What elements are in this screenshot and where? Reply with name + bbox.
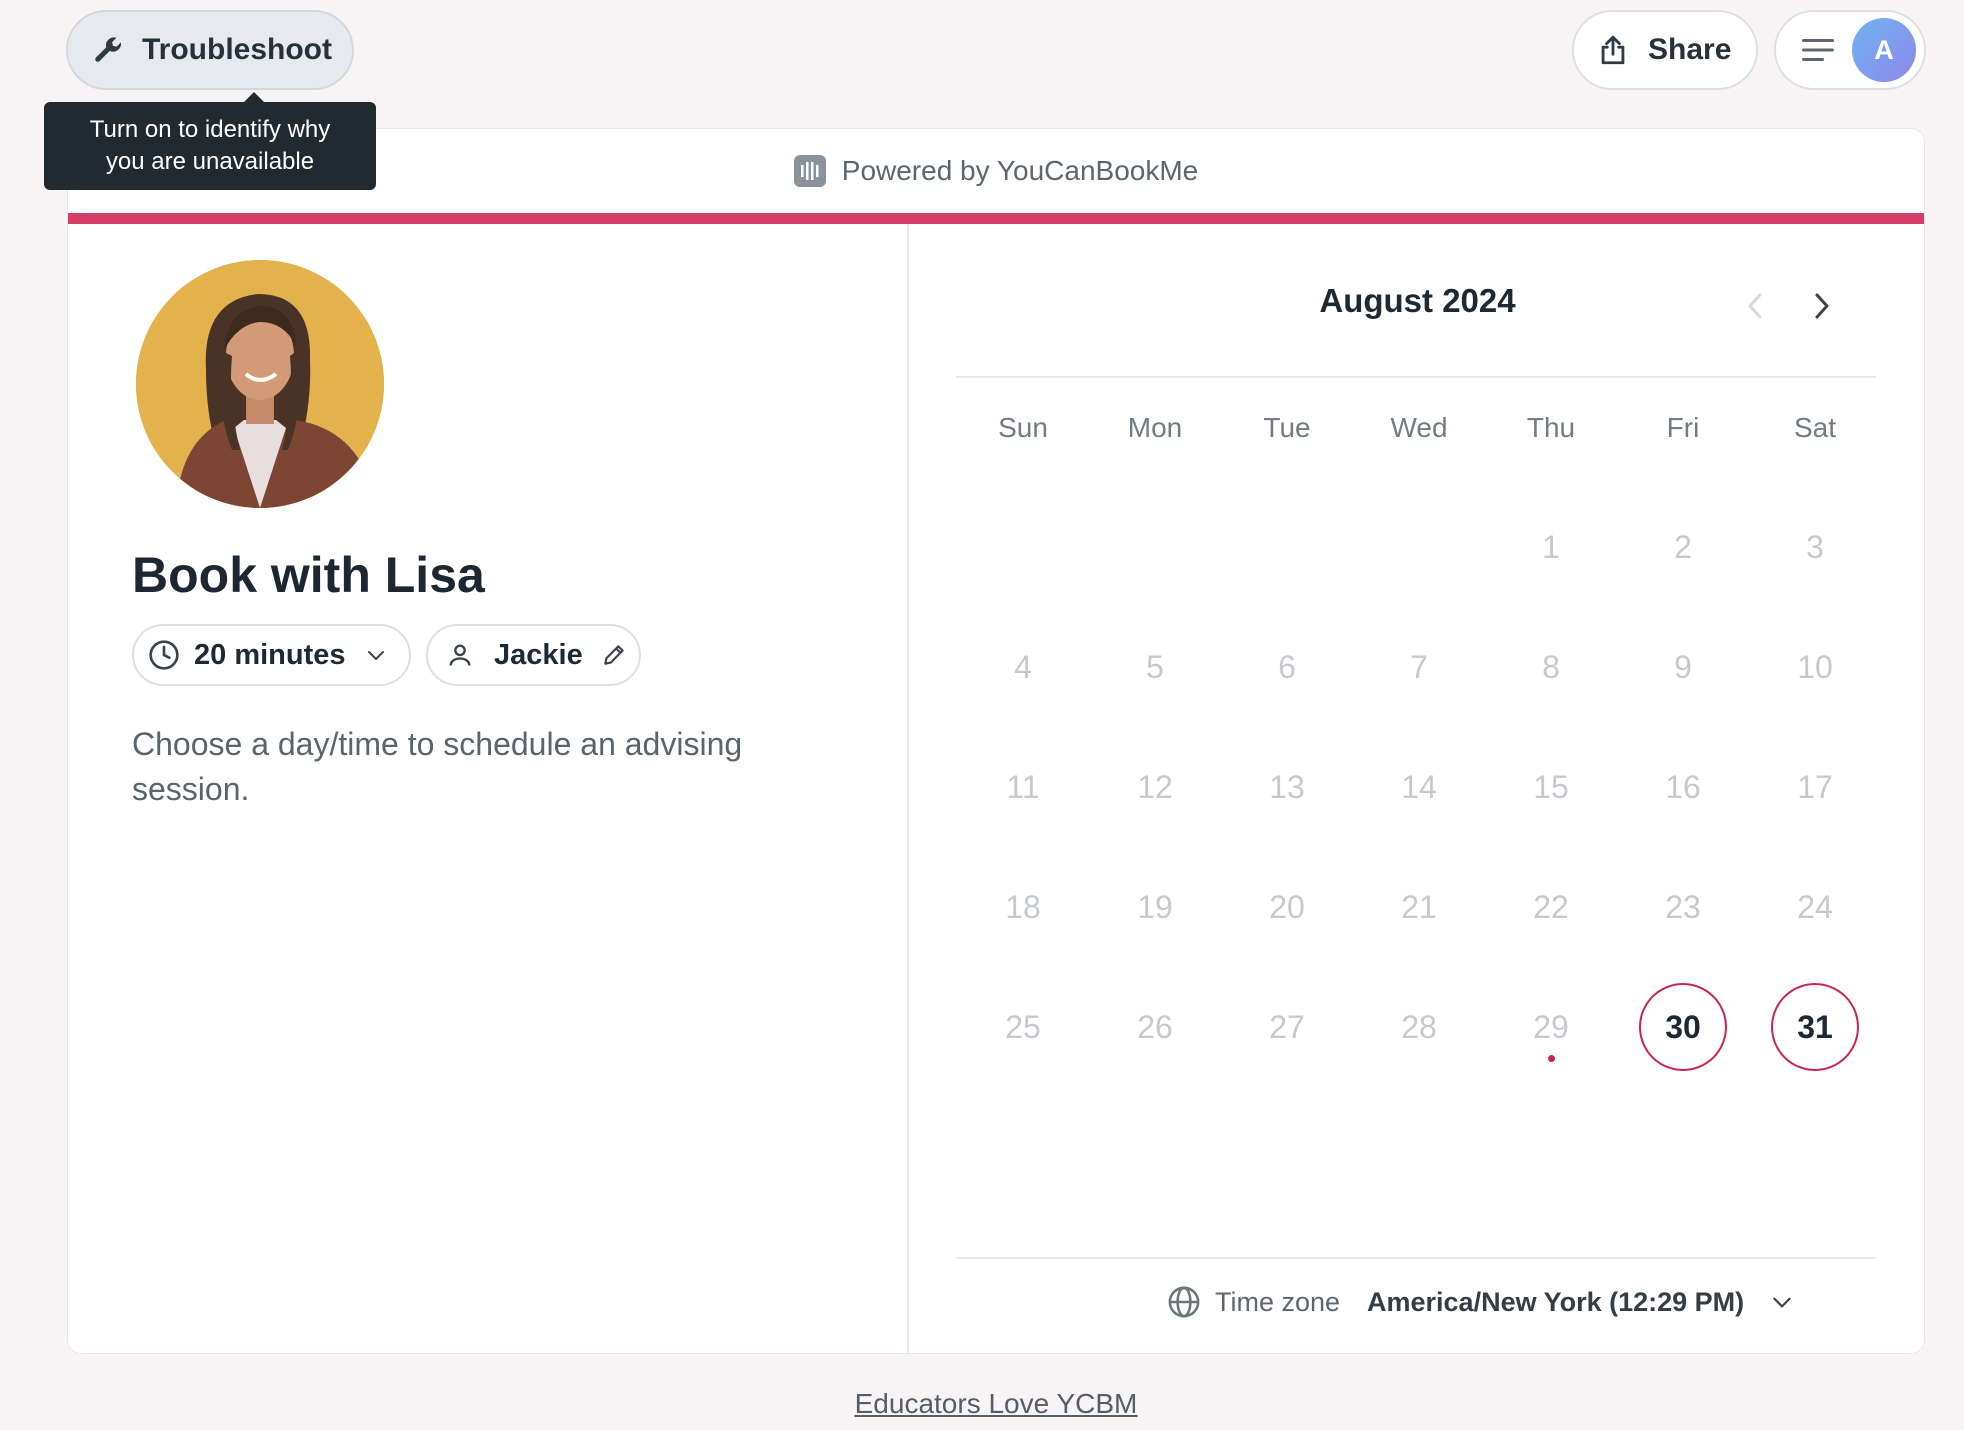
calendar-day-unavailable: 14 — [1401, 768, 1437, 805]
page-title: Book with Lisa — [132, 547, 485, 603]
weekday-label: Sun — [998, 412, 1048, 443]
calendar-day-unavailable: 9 — [1674, 648, 1692, 685]
clock-icon — [149, 640, 179, 670]
calendar-day-unavailable: 24 — [1797, 888, 1833, 925]
person-icon — [449, 644, 471, 666]
chevron-down-icon — [367, 651, 384, 661]
tooltip-text: Turn on to identify why you are unavaila… — [89, 116, 331, 175]
calendar-day-unavailable: 26 — [1137, 1008, 1173, 1045]
host-name: Jackie — [494, 638, 583, 671]
troubleshoot-tooltip: Turn on to identify why you are unavaila… — [44, 92, 376, 190]
calendar-day-available[interactable]: 30 — [1639, 983, 1727, 1071]
calendar-day-available[interactable]: 31 — [1771, 983, 1859, 1071]
calendar-day-unavailable: 16 — [1665, 768, 1701, 805]
calendar-pane: August 2024 Sun Mon Tue Wed Thu Fri Sat 123456… — [909, 224, 1924, 1353]
calendar-day-unavailable: 17 — [1797, 768, 1833, 805]
troubleshoot-button[interactable]: Troubleshoot — [66, 10, 354, 90]
calendar-day-unavailable: 1 — [1542, 528, 1560, 565]
calendar-day-unavailable: 19 — [1137, 888, 1173, 925]
pencil-edit-icon — [603, 645, 624, 665]
share-button[interactable]: Share — [1572, 10, 1758, 90]
wrench-icon — [95, 37, 122, 62]
host-selector[interactable]: Jackie — [426, 624, 641, 686]
chevron-right-icon — [1815, 293, 1829, 319]
calendar-day-unavailable: 5 — [1146, 648, 1164, 685]
calendar-day-unavailable: 20 — [1269, 888, 1305, 925]
calendar-day-unavailable: 23 — [1665, 888, 1701, 925]
today-indicator — [1547, 1055, 1555, 1062]
share-label: Share — [1648, 33, 1732, 66]
calendar-day-unavailable: 12 — [1137, 768, 1173, 805]
profile-photo — [136, 260, 384, 508]
calendar-day-unavailable: 10 — [1797, 648, 1833, 685]
calendar-day-unavailable: 15 — [1533, 768, 1569, 805]
calendar-day-unavailable: 11 — [1006, 768, 1040, 805]
calendar-day-unavailable: 25 — [1005, 1008, 1041, 1045]
duration-dropdown[interactable]: 20 minutes — [132, 624, 411, 686]
weekday-label: Mon — [1127, 412, 1183, 443]
calendar-day-unavailable: 7 — [1410, 648, 1428, 685]
previous-month-button[interactable] — [1735, 286, 1775, 326]
weekday-label: Wed — [1390, 412, 1448, 443]
weekday-label: Sat — [1793, 412, 1837, 443]
account-menu-button[interactable]: A — [1774, 10, 1926, 90]
troubleshoot-label: Troubleshoot — [142, 33, 332, 66]
calendar-day-unavailable: 3 — [1806, 528, 1824, 565]
booking-description: Choose a day/time to schedule an advisin… — [132, 726, 743, 807]
accent-bar — [68, 213, 1924, 224]
calendar-day-unavailable: 28 — [1401, 1008, 1437, 1045]
chevron-down-icon — [1773, 1297, 1791, 1308]
calendar-header-rule — [956, 376, 1876, 378]
chevron-left-icon — [1748, 293, 1762, 319]
timezone-value: America/New York (12:29 PM) — [1367, 1287, 1745, 1317]
profile-pane: Book with Lisa 20 minutes Jackie Choose … — [68, 224, 907, 1353]
ycbm-logo-icon — [793, 155, 826, 187]
timezone-selector[interactable]: Time zone America/New York (12:29 PM) — [909, 1277, 1924, 1327]
share-icon — [1601, 35, 1625, 65]
footer-link[interactable]: Educators Love YCBM — [0, 1388, 1964, 1420]
duration-value: 20 minutes — [194, 638, 346, 671]
top-bar: Troubleshoot Share A — [0, 0, 1964, 110]
next-month-button[interactable] — [1802, 286, 1842, 326]
calendar-day-unavailable: 27 — [1269, 1008, 1305, 1045]
calendar-day-unavailable: 21 — [1401, 888, 1437, 925]
globe-icon — [1168, 1286, 1200, 1318]
weekday-label: Tue — [1263, 412, 1311, 443]
calendar-footer-rule — [956, 1257, 1876, 1259]
calendar-day-unavailable: 22 — [1533, 888, 1569, 925]
powered-by-text: Powered by YouCanBookMe — [841, 155, 1199, 186]
calendar-day-unavailable: 2 — [1674, 528, 1692, 565]
calendar-day-unavailable: 13 — [1269, 768, 1305, 805]
weekday-label: Thu — [1526, 412, 1576, 443]
calendar-day-unavailable: 4 — [1014, 648, 1032, 685]
user-avatar[interactable]: A — [1852, 18, 1916, 82]
calendar-day-unavailable: 18 — [1005, 888, 1041, 925]
calendar-day-unavailable: 8 — [1542, 648, 1560, 685]
hamburger-menu-icon — [1802, 39, 1834, 61]
calendar-day-unavailable: 6 — [1278, 648, 1296, 685]
booking-card: Powered by YouCanBookMe Book with Lisa 2… — [67, 128, 1925, 1354]
timezone-label: Time zone — [1215, 1287, 1341, 1317]
weekday-label: Fri — [1666, 412, 1700, 443]
